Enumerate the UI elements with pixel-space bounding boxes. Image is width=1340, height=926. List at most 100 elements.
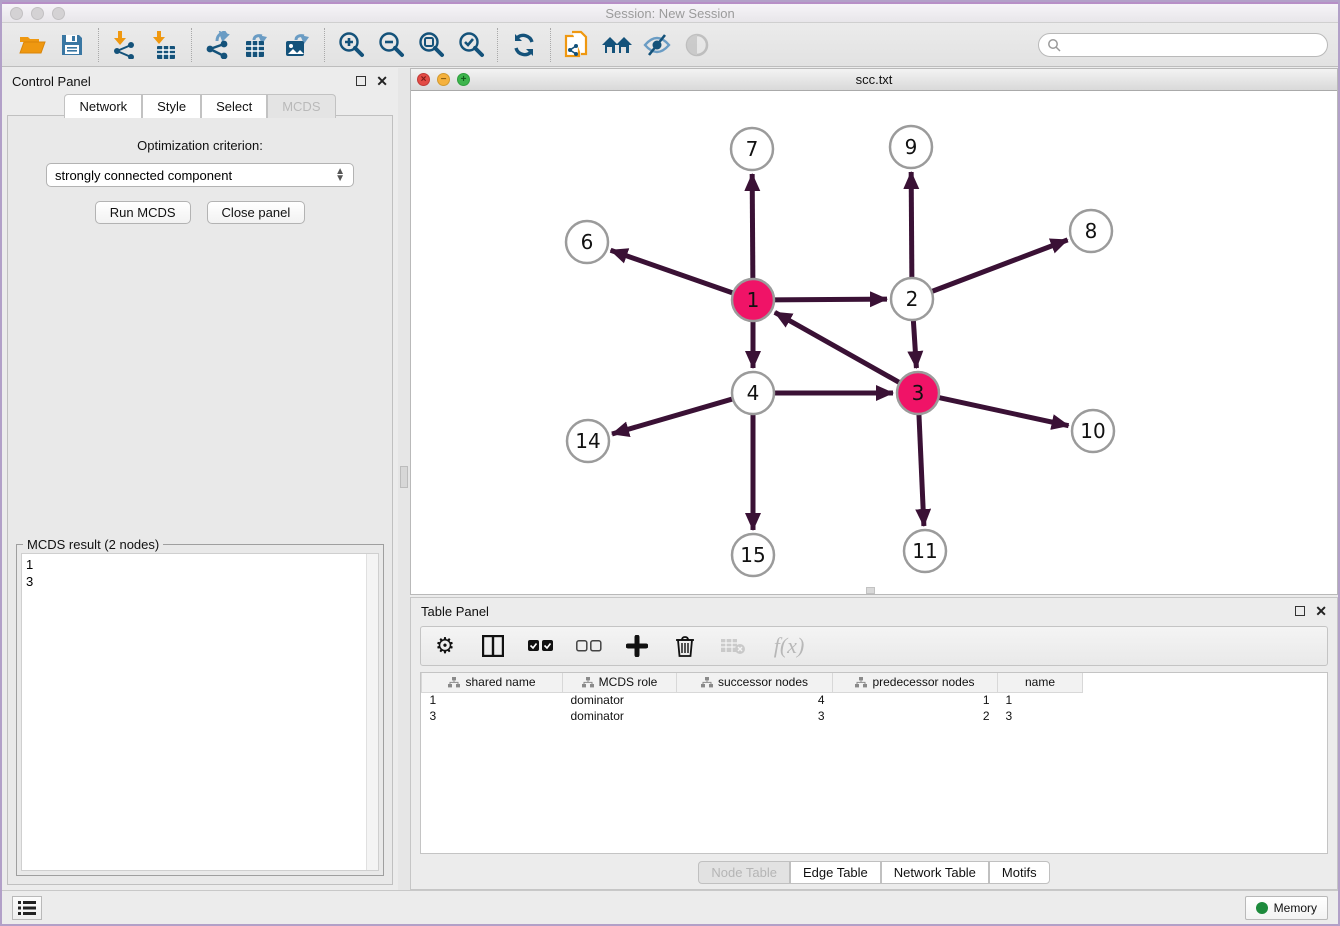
graph-edge-3-10[interactable] xyxy=(937,397,1069,426)
table-row[interactable]: 3 dominator 3 2 3 xyxy=(422,708,1083,724)
mcds-result-line: 1 xyxy=(26,556,374,573)
network-graph[interactable]: 7968124314101511 xyxy=(411,91,1338,594)
tab-edge-table[interactable]: Edge Table xyxy=(790,861,881,884)
zoom-fit-button[interactable] xyxy=(411,26,451,64)
toolbar-separator xyxy=(191,28,192,62)
cell-successor-nodes[interactable]: 4 xyxy=(677,692,833,708)
search-icon xyxy=(1047,38,1061,52)
network-canvas[interactable]: 7968124314101511 xyxy=(411,91,1337,594)
export-table-button[interactable] xyxy=(238,26,278,64)
hide-selected-button[interactable] xyxy=(637,26,677,64)
cell-name[interactable]: 1 xyxy=(998,692,1083,708)
table-tabs: Node Table Edge Table Network Table Moti… xyxy=(411,861,1337,884)
add-column-button[interactable] xyxy=(625,634,649,658)
select-all-button[interactable] xyxy=(529,634,553,658)
save-disk-icon xyxy=(60,33,84,57)
search-input[interactable] xyxy=(1061,38,1319,52)
graph-edge-1-6[interactable] xyxy=(611,250,735,293)
column-header-successor-nodes[interactable]: successor nodes xyxy=(677,673,833,692)
table-toolbar: ⚙ xyxy=(420,626,1328,666)
vertical-splitter[interactable] xyxy=(398,68,410,890)
float-panel-icon[interactable] xyxy=(356,76,366,86)
import-network-button[interactable] xyxy=(105,26,145,64)
apply-layout-button[interactable] xyxy=(504,26,544,64)
import-table-button[interactable] xyxy=(145,26,185,64)
canvas-resize-handle[interactable] xyxy=(866,587,875,594)
cell-mcds-role[interactable]: dominator xyxy=(563,692,677,708)
zoom-in-button[interactable] xyxy=(331,26,371,64)
zoom-selected-button[interactable] xyxy=(451,26,491,64)
cell-shared-name[interactable]: 3 xyxy=(422,708,563,724)
list-icon xyxy=(18,901,36,915)
refresh-layout-icon xyxy=(511,32,537,58)
task-history-button[interactable] xyxy=(12,896,42,920)
search-field[interactable] xyxy=(1038,33,1328,57)
column-visibility-button[interactable] xyxy=(481,634,505,658)
column-header-shared-name[interactable]: shared name xyxy=(422,673,563,692)
export-network-button[interactable] xyxy=(198,26,238,64)
first-neighbors-button[interactable] xyxy=(597,26,637,64)
close-panel-icon[interactable]: ✕ xyxy=(376,76,388,86)
table-settings-button[interactable]: ⚙ xyxy=(433,634,457,658)
deselect-all-button[interactable] xyxy=(577,634,601,658)
save-session-button[interactable] xyxy=(52,26,92,64)
graph-edge-3-11[interactable] xyxy=(919,412,924,526)
criterion-value: strongly connected component xyxy=(55,168,335,183)
control-panel-title: Control Panel xyxy=(12,74,91,89)
delete-table-icon xyxy=(720,637,746,655)
graph-edge-2-9[interactable] xyxy=(911,172,912,280)
tab-mcds[interactable]: MCDS xyxy=(267,94,335,118)
cell-successor-nodes[interactable]: 3 xyxy=(677,708,833,724)
column-header-mcds-role[interactable]: MCDS role xyxy=(563,673,677,692)
show-all-button[interactable] xyxy=(677,26,717,64)
window-title: Session: New Session xyxy=(2,6,1338,21)
cell-predecessor-nodes[interactable]: 2 xyxy=(833,708,998,724)
open-session-button[interactable] xyxy=(12,26,52,64)
graph-node-label-11: 11 xyxy=(912,539,937,563)
zoom-out-button[interactable] xyxy=(371,26,411,64)
graph-edge-4-14[interactable] xyxy=(612,398,735,434)
tab-select[interactable]: Select xyxy=(201,94,267,118)
graph-node-label-10: 10 xyxy=(1080,419,1105,443)
duplicate-network-button[interactable] xyxy=(557,26,597,64)
network-window-titlebar[interactable]: × − + scc.txt xyxy=(411,69,1337,91)
export-image-button[interactable] xyxy=(278,26,318,64)
tab-style[interactable]: Style xyxy=(142,94,201,118)
graph-edge-1-2[interactable] xyxy=(772,299,887,300)
splitter-handle[interactable] xyxy=(400,466,408,488)
houses-icon xyxy=(601,33,633,57)
tab-node-table[interactable]: Node Table xyxy=(698,861,790,884)
result-scrollbar[interactable] xyxy=(366,554,378,870)
column-header-name[interactable]: name xyxy=(998,673,1083,692)
eye-icon xyxy=(684,32,710,58)
table-row[interactable]: 1 dominator 4 1 1 xyxy=(422,692,1083,708)
graph-edge-3-1[interactable] xyxy=(775,312,902,383)
network-view-window: × − + scc.txt 7968124314101511 xyxy=(410,68,1338,595)
graph-node-label-3: 3 xyxy=(912,381,925,405)
graph-edge-1-7[interactable] xyxy=(752,174,753,281)
function-builder-button[interactable]: f(x) xyxy=(769,634,809,658)
tab-network-table[interactable]: Network Table xyxy=(881,861,989,884)
delete-table-button[interactable] xyxy=(721,634,745,658)
graph-edge-2-8[interactable] xyxy=(930,240,1068,292)
tab-network[interactable]: Network xyxy=(64,94,142,118)
graph-edge-2-3[interactable] xyxy=(913,318,916,368)
export-table-icon xyxy=(244,31,272,59)
close-table-panel-icon[interactable]: ✕ xyxy=(1315,606,1327,616)
tab-motifs[interactable]: Motifs xyxy=(989,861,1050,884)
criterion-select[interactable]: strongly connected component ▲▼ xyxy=(46,163,354,187)
delete-column-button[interactable] xyxy=(673,634,697,658)
float-table-panel-icon[interactable] xyxy=(1295,606,1305,616)
cell-name[interactable]: 3 xyxy=(998,708,1083,724)
cell-mcds-role[interactable]: dominator xyxy=(563,708,677,724)
run-mcds-button[interactable]: Run MCDS xyxy=(95,201,191,224)
mcds-result-text[interactable]: 1 3 xyxy=(21,553,379,871)
cell-shared-name[interactable]: 1 xyxy=(422,692,563,708)
application-window: { "window": { "title": "Session: New Ses… xyxy=(0,0,1340,926)
workspace: Control Panel ✕ Network Style Select MCD… xyxy=(2,68,1338,890)
column-header-predecessor-nodes[interactable]: predecessor nodes xyxy=(833,673,998,692)
memory-button[interactable]: Memory xyxy=(1245,896,1328,920)
cell-predecessor-nodes[interactable]: 1 xyxy=(833,692,998,708)
open-folder-icon xyxy=(18,33,46,57)
close-panel-button[interactable]: Close panel xyxy=(207,201,306,224)
